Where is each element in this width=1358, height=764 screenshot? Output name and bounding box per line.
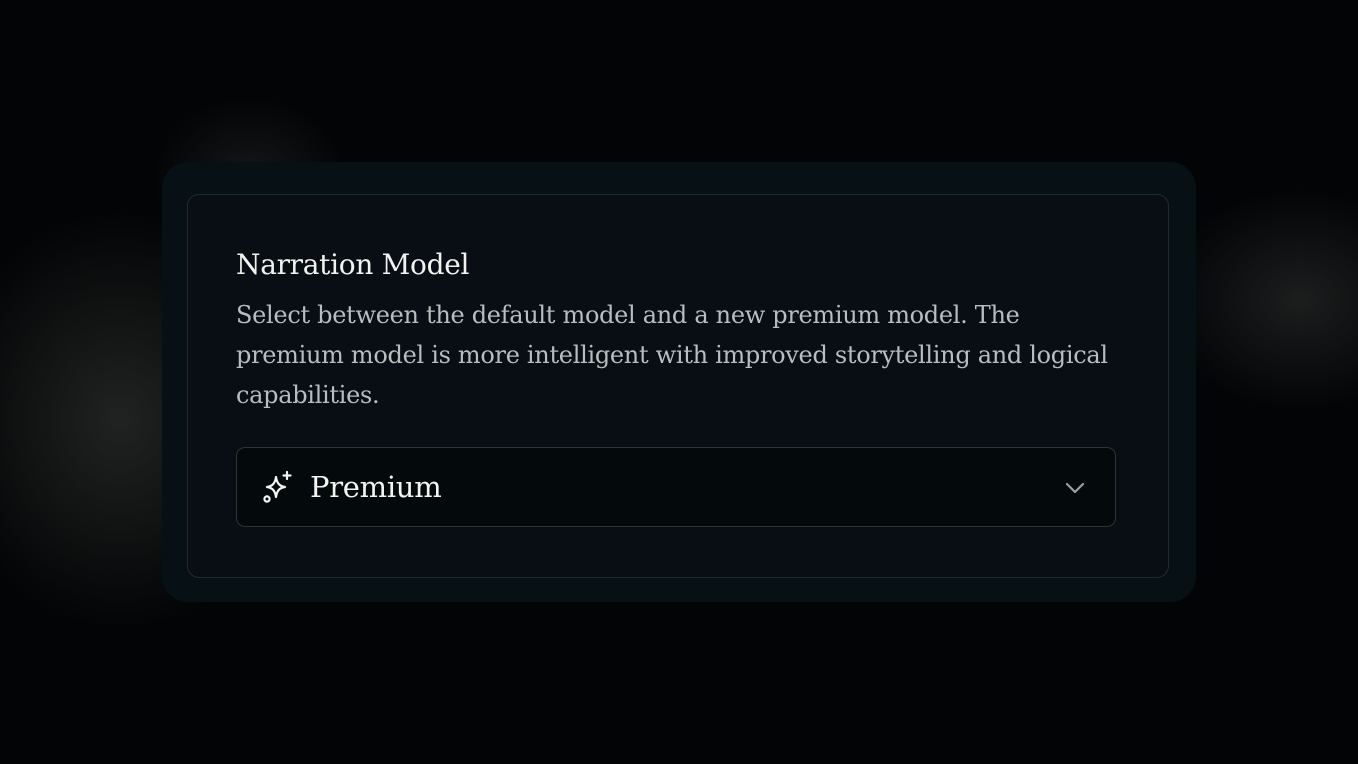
narration-model-select[interactable]: Premium bbox=[236, 447, 1116, 527]
settings-card: Narration Model Select between the defau… bbox=[162, 162, 1196, 602]
chevron-down-icon bbox=[1065, 482, 1085, 494]
narration-model-section: Narration Model Select between the defau… bbox=[187, 194, 1169, 578]
section-title: Narration Model bbox=[236, 248, 470, 281]
sparkles-icon bbox=[263, 470, 292, 503]
section-description: Select between the default model and a n… bbox=[236, 301, 1108, 409]
selected-model-label: Premium bbox=[310, 470, 442, 504]
